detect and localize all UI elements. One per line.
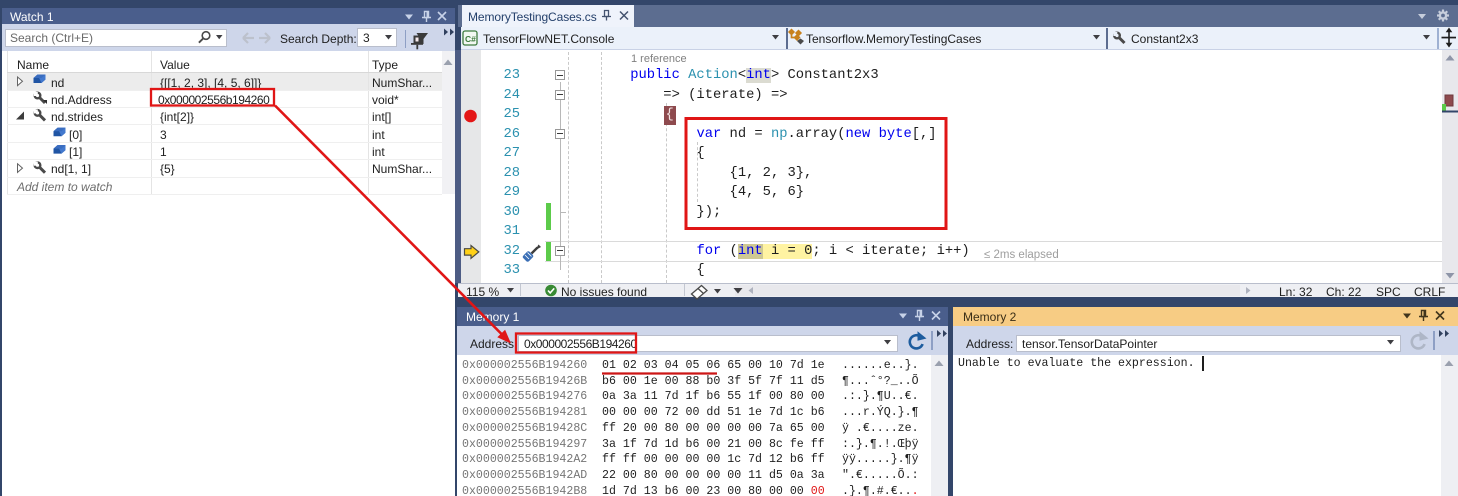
svg-text:C#: C# [465,34,476,44]
